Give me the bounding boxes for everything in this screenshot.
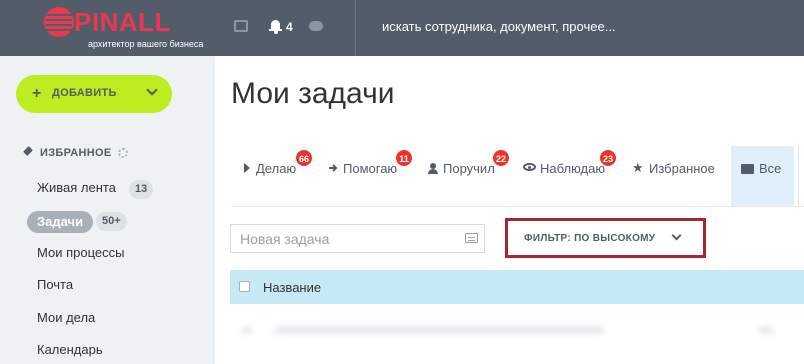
form-icon[interactable] [465,233,478,243]
notifications-count[interactable]: 4 [286,20,293,34]
plus-icon: + [32,85,42,102]
new-task-input[interactable] [230,224,485,253]
favorites-header[interactable]: ИЗБРАННОЕ [22,146,202,162]
tab-assigned[interactable]: Поручил [428,161,496,177]
add-button[interactable]: + ДОБАВИТЬ [16,75,172,113]
row-title-blurred [274,326,604,334]
sidebar-item-badge: 13 [129,180,154,199]
chevron-down-icon [671,230,682,241]
tab-label: Избранное [649,161,715,176]
tab-helping[interactable]: Помогаю [328,161,400,177]
logo[interactable]: PINALL архитектор вашего бизнеса [44,6,204,50]
chevron-down-icon[interactable] [146,84,158,96]
tab-divider [798,146,799,206]
logo-mark-icon [44,7,74,37]
tab-label: Поручил [443,161,495,176]
arrow-right-icon [329,164,338,172]
topbar-divider [355,0,356,56]
gear-icon[interactable] [118,148,128,158]
row-checkbox-blurred [242,326,252,334]
tab-watching[interactable]: Наблюдаю [523,161,605,177]
sidebar-item-badge: 50+ [96,212,127,231]
sidebar-item-mail[interactable]: Почта [37,277,73,292]
envelope-icon [741,164,754,174]
tab-counter: 66 [295,149,314,167]
bell-icon[interactable] [269,19,282,34]
tab-doing[interactable]: Делаю [244,161,304,177]
table-header: Название [230,270,804,304]
tabs-divider [231,206,804,207]
favorites-label: ИЗБРАННОЕ [40,147,112,159]
play-icon [244,163,250,173]
sidebar-item-processes[interactable]: Мои процессы [37,245,124,260]
tab-label: Помогаю [343,161,398,176]
tab-label: Делаю [256,161,297,176]
logo-tagline: архитектор вашего бизнеса [88,39,204,49]
add-button-label: ДОБАВИТЬ [52,87,117,99]
sidebar: + ДОБАВИТЬ ИЗБРАННОЕ Живая лента 13 Зада… [0,56,215,364]
star-icon: ★ [632,160,644,175]
tab-label: Все [759,161,782,176]
top-bar: PINALL архитектор вашего бизнеса 4 искат… [0,0,804,56]
sidebar-item-calendar[interactable]: Календарь [37,342,103,357]
pin-icon [22,146,33,158]
sidebar-item-tasks[interactable]: Задачи [27,211,94,233]
tab-favorites[interactable]: ★ Избранное [632,161,716,177]
search-input[interactable]: искать сотрудника, документ, прочее... [382,19,616,34]
tab-counter: 11 [395,149,413,167]
cloud-icon[interactable] [309,21,323,31]
select-all-checkbox[interactable] [239,281,250,292]
row-icon-blurred [758,326,774,334]
tab-counter: 23 [599,149,618,167]
chat-icon[interactable] [234,20,248,32]
table-row[interactable] [230,304,804,364]
page-title: Мои задачи [231,77,395,110]
person-icon [428,163,438,174]
filter-dropdown[interactable]: ФИЛЬТР: ПО ВЫСОКОМУ [505,218,706,258]
logo-name: PINALL [74,7,171,37]
eye-icon [523,163,536,171]
tab-counter: 22 [492,149,511,167]
column-header-name[interactable]: Название [263,280,321,295]
tab-label: Наблюдаю [540,161,606,176]
sidebar-item-live-feed[interactable]: Живая лента [37,180,116,195]
sidebar-item-my-affairs[interactable]: Мои дела [37,310,95,325]
tab-all[interactable]: Все [731,146,794,206]
filter-label: ФИЛЬТР: ПО ВЫСОКОМУ [524,233,656,244]
